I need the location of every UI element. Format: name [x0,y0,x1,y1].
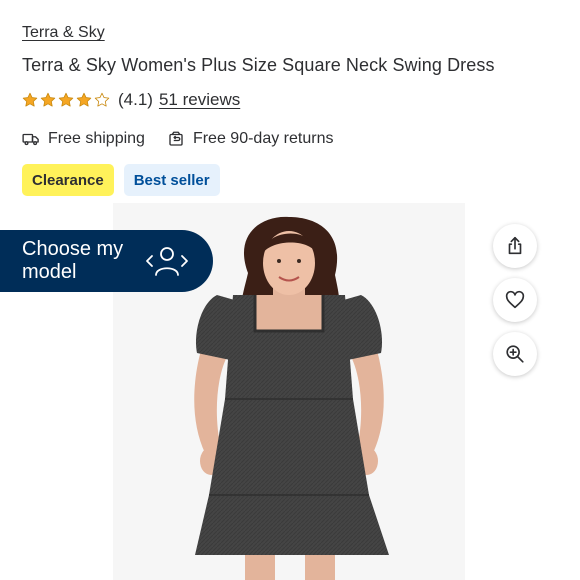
star-icon [76,92,92,107]
reviews-link[interactable]: 51 reviews [159,90,240,110]
star-icon [58,92,74,107]
brand-link[interactable]: Terra & Sky [22,24,105,42]
returns-icon [169,131,183,146]
rating-row: (4.1) 51 reviews [22,88,240,112]
fulfillment-info: Free shipping Free 90-day returns [22,130,333,148]
truck-icon [22,133,39,146]
share-icon [508,236,522,255]
favorite-button[interactable] [493,278,537,322]
heart-icon [505,290,525,309]
person-arrows-icon [146,247,188,276]
star-rating [22,92,110,108]
star-icon [40,92,56,107]
choose-my-model-label: Choose my model [22,238,124,283]
clearance-badge: Clearance [22,164,114,196]
free-shipping-label: Free shipping [48,130,145,147]
badges: Clearance Best seller [22,164,220,196]
star-icon [94,92,110,107]
free-returns-label: Free 90-day returns [192,130,334,147]
zoom-button[interactable] [493,332,537,376]
zoom-in-icon [506,345,524,363]
product-title: Terra & Sky Women's Plus Size Square Nec… [22,55,495,75]
free-shipping: Free shipping [22,130,145,148]
share-button[interactable] [493,224,537,268]
choose-my-model-button[interactable]: Choose my model [0,230,213,292]
best-seller-badge: Best seller [123,164,220,196]
rating-value: (4.1) [118,90,153,109]
free-returns: Free 90-day returns [167,130,334,148]
star-icon [22,92,38,107]
